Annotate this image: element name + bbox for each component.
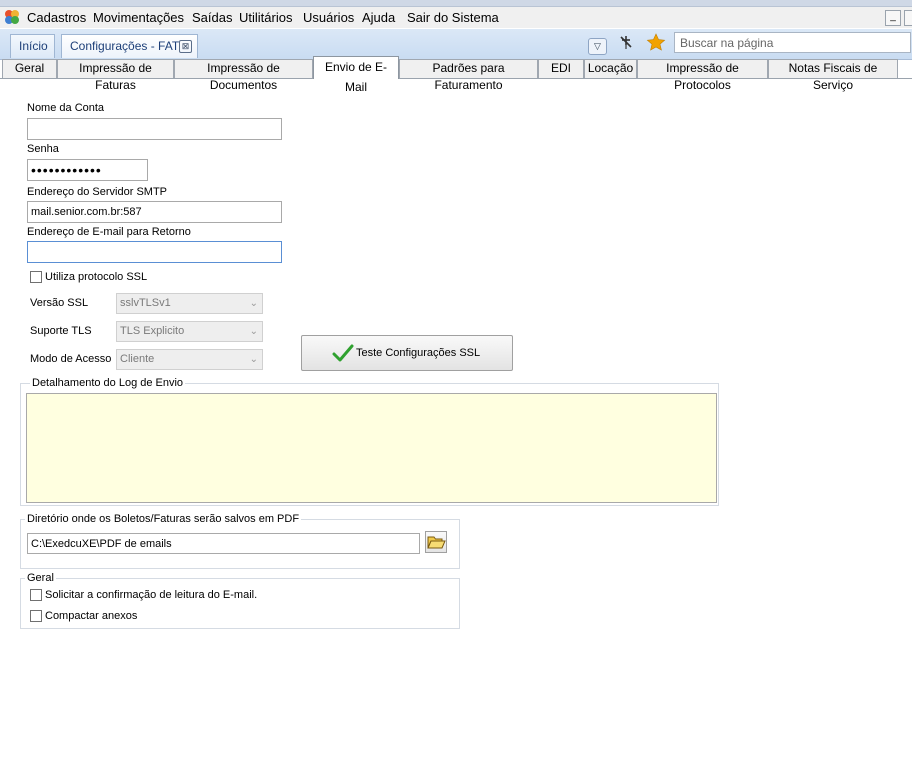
tls-support-value: TLS Explicito [120, 325, 185, 337]
tab-impressao-faturas[interactable]: Impressão de Faturas [57, 59, 174, 92]
access-mode-value: Cliente [120, 353, 155, 365]
menu-cadastros[interactable]: Cadastros [27, 10, 86, 25]
ssl-version-label: Versão SSL [30, 297, 89, 309]
account-name-label: Nome da Conta [27, 102, 105, 114]
search-input[interactable] [674, 32, 911, 53]
tls-support-label: Suporte TLS [30, 325, 92, 337]
general-group-title: Geral [25, 572, 56, 584]
browse-folder-button[interactable] [425, 531, 447, 553]
tab-locacao[interactable]: Locação [584, 59, 637, 78]
chevron-down-icon: ⌄ [249, 298, 258, 309]
log-group-title: Detalhamento do Log de Envio [30, 377, 186, 389]
tab-envio-email[interactable]: Envio de E-Mail [313, 56, 399, 94]
menu-movimentacoes[interactable]: Movimentações [93, 10, 184, 25]
menu-saidas[interactable]: Saídas [192, 10, 232, 25]
tab-impressao-protocolos[interactable]: Impressão de Protocolos [637, 59, 768, 92]
log-textarea[interactable] [26, 393, 717, 503]
tab-padroes-faturamento[interactable]: Padrões para Faturamento [399, 59, 538, 92]
read-confirmation-label: Solicitar a confirmação de leitura do E-… [45, 589, 258, 601]
tab-geral[interactable]: Geral [2, 59, 57, 78]
test-ssl-button-label: Teste Configurações SSL [356, 347, 481, 359]
menu-utilitarios[interactable]: Utilitários [239, 10, 292, 25]
menu-sair[interactable]: Sair do Sistema [407, 10, 499, 25]
pdf-directory-field[interactable] [27, 533, 420, 554]
read-confirmation-checkbox[interactable] [30, 589, 42, 601]
access-mode-select[interactable]: Cliente ⌄ [116, 349, 263, 370]
compress-attachments-checkbox[interactable] [30, 610, 42, 622]
ssl-checkbox[interactable] [30, 271, 42, 283]
smtp-server-field[interactable] [27, 201, 282, 223]
return-email-field[interactable] [27, 241, 282, 263]
chevron-down-icon: ⌄ [249, 354, 258, 365]
password-label: Senha [27, 143, 59, 155]
ssl-version-value: sslvTLSv1 [120, 297, 171, 309]
unpin-icon[interactable] [617, 33, 635, 51]
checkmark-icon [332, 344, 354, 362]
menu-ajuda[interactable]: Ajuda [362, 10, 395, 25]
test-ssl-button[interactable]: Teste Configurações SSL [301, 335, 513, 371]
chevron-down-icon: ⌄ [249, 326, 258, 337]
tab-configuracoes-fat[interactable]: Configurações - FAT ⊠ [61, 34, 198, 58]
tab-configuracoes-label: Configurações - FAT [70, 39, 180, 53]
account-name-field[interactable] [27, 118, 282, 140]
menu-bar: Cadastros Movimentações Saídas Utilitári… [0, 7, 912, 28]
tls-support-select[interactable]: TLS Explicito ⌄ [116, 321, 263, 342]
chevron-down-icon[interactable]: ▽ [588, 38, 607, 55]
return-email-label: Endereço de E-mail para Retorno [27, 226, 191, 238]
smtp-server-label: Endereço do Servidor SMTP [27, 186, 168, 198]
tab-inicio[interactable]: Início [10, 34, 55, 58]
app-logo-icon [5, 10, 19, 24]
pdf-directory-title: Diretório onde os Boletos/Faturas serão … [25, 513, 302, 525]
tab-edi[interactable]: EDI [538, 59, 584, 78]
favorite-star-icon[interactable] [646, 33, 666, 51]
settings-tab-bar: Geral Impressão de Faturas Impressão de … [0, 56, 912, 94]
compress-attachments-label: Compactar anexos [45, 610, 138, 622]
ssl-version-select[interactable]: sslvTLSv1 ⌄ [116, 293, 263, 314]
tab-impressao-documentos[interactable]: Impressão de Documentos [174, 59, 313, 92]
close-icon[interactable]: ⊠ [179, 40, 192, 53]
password-field[interactable] [27, 159, 148, 181]
window-control-button[interactable] [904, 10, 912, 26]
ssl-checkbox-label: Utiliza protocolo SSL [45, 271, 148, 283]
menu-usuarios[interactable]: Usuários [303, 10, 354, 25]
minimize-button[interactable]: _ [885, 10, 901, 26]
folder-open-icon [427, 536, 446, 549]
access-mode-label: Modo de Acesso [30, 353, 112, 365]
tab-notas-fiscais-servico[interactable]: Notas Fiscais de Serviço [768, 59, 898, 92]
window-title-strip [0, 0, 912, 7]
